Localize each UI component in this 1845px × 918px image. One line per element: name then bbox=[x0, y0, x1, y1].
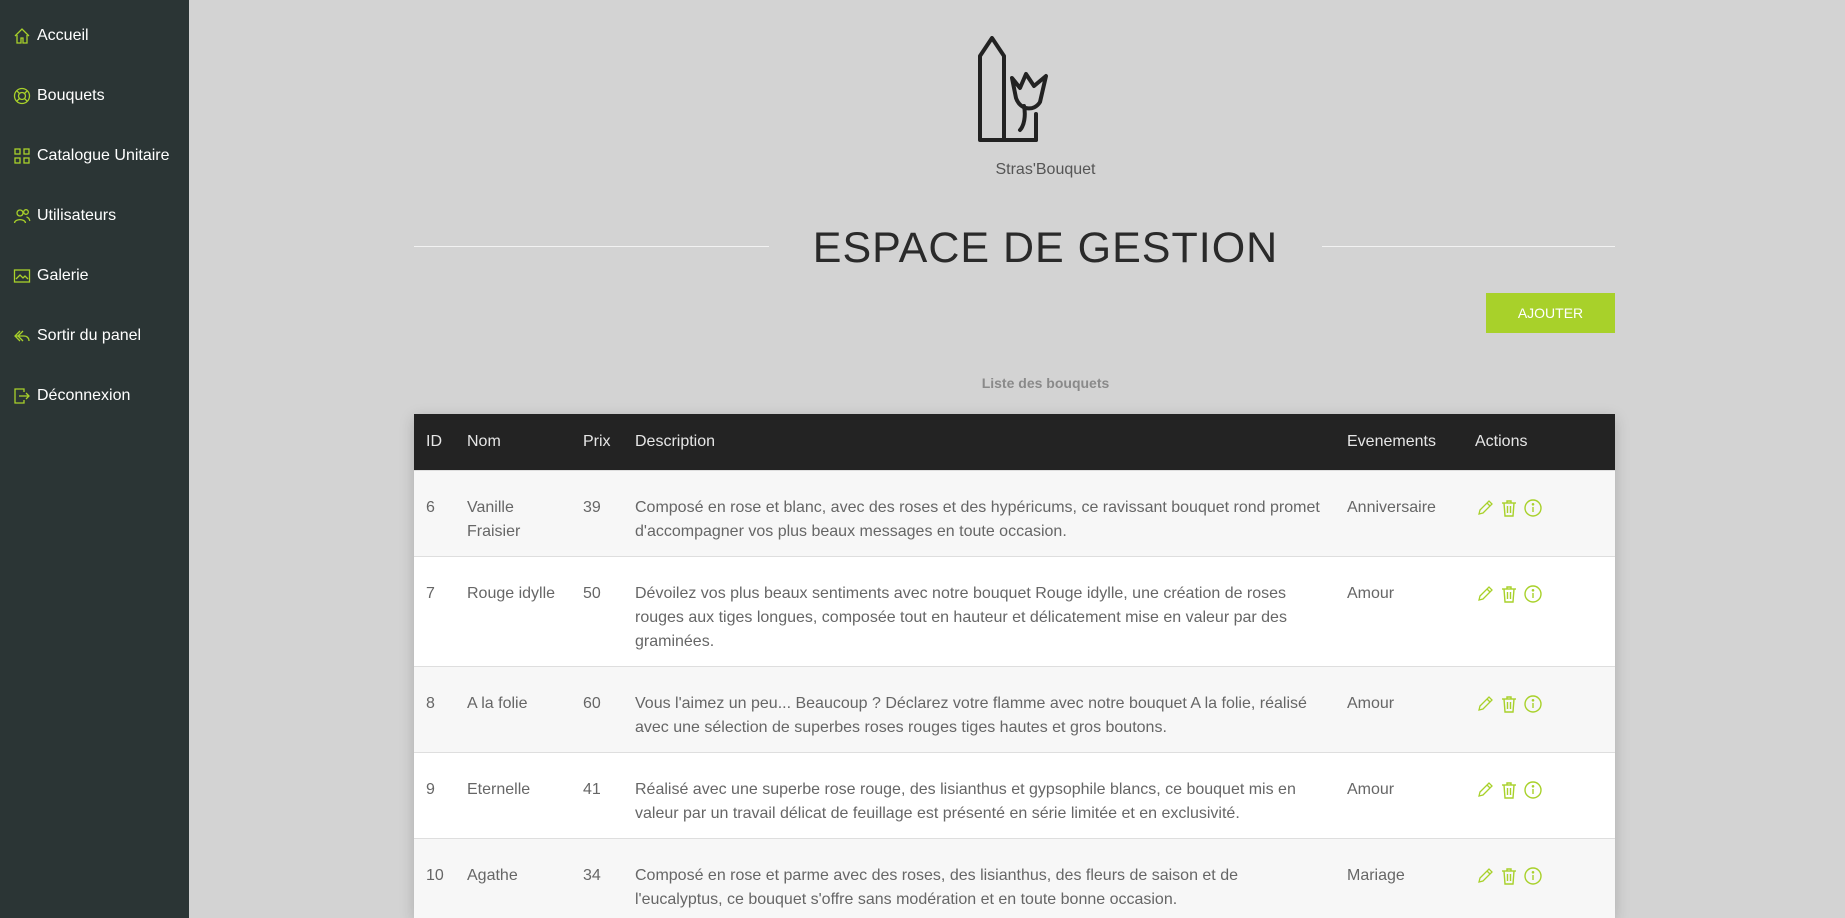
sidebar-item-deconnexion[interactable]: Déconnexion bbox=[13, 384, 130, 408]
brand-logo bbox=[974, 36, 1074, 144]
edit-icon[interactable] bbox=[1475, 866, 1495, 886]
cell-nom: Eternelle bbox=[455, 751, 571, 838]
trash-icon[interactable] bbox=[1499, 780, 1519, 800]
cell-actions bbox=[1463, 665, 1615, 752]
column-header-evenements: Evenements bbox=[1347, 432, 1436, 450]
cell-actions bbox=[1463, 751, 1615, 838]
sidebar-item-sortir[interactable]: Sortir du panel bbox=[13, 324, 141, 348]
sidebar-item-label: Utilisateurs bbox=[37, 207, 117, 224]
table-header-row: ID Nom Prix Description Evenements Actio… bbox=[414, 414, 1615, 470]
users-icon bbox=[13, 207, 32, 226]
image-icon bbox=[13, 267, 32, 286]
cell-evenements: Amour bbox=[1335, 555, 1463, 666]
edit-icon[interactable] bbox=[1475, 780, 1495, 800]
cell-actions bbox=[1463, 555, 1615, 666]
cell-actions bbox=[1463, 837, 1615, 918]
info-icon[interactable] bbox=[1523, 584, 1543, 604]
trash-icon[interactable] bbox=[1499, 498, 1519, 518]
cell-id: 8 bbox=[414, 665, 455, 752]
cell-nom: Vanille Fraisier bbox=[455, 469, 571, 556]
column-header-description: Description bbox=[635, 432, 716, 450]
sidebar-item-label: Déconnexion bbox=[37, 387, 131, 404]
edit-icon[interactable] bbox=[1475, 584, 1495, 604]
home-icon bbox=[13, 27, 32, 46]
info-icon[interactable] bbox=[1523, 780, 1543, 800]
cell-nom: Rouge idylle bbox=[455, 555, 571, 666]
cell-prix: 41 bbox=[571, 751, 623, 838]
sidebar-item-label: Accueil bbox=[37, 27, 89, 44]
table-row: 8 A la folie 60 Vous l'aimez un peu... B… bbox=[414, 665, 1615, 752]
cell-actions bbox=[1463, 469, 1615, 556]
add-button[interactable]: AJOUTER bbox=[1486, 293, 1615, 333]
table-row: 6 Vanille Fraisier 39 Composé en rose et… bbox=[414, 469, 1615, 556]
logout-icon bbox=[13, 387, 32, 406]
grid-icon bbox=[13, 147, 32, 166]
sidebar-item-label: Catalogue Unitaire bbox=[37, 147, 170, 164]
cell-description: Dévoilez vos plus beaux sentiments avec … bbox=[623, 555, 1335, 666]
table-row: 9 Eternelle 41 Réalisé avec une superbe … bbox=[414, 751, 1615, 838]
sidebar-item-utilisateurs[interactable]: Utilisateurs bbox=[13, 204, 116, 228]
info-icon[interactable] bbox=[1523, 498, 1543, 518]
column-header-prix: Prix bbox=[583, 432, 611, 450]
cell-evenements: Mariage bbox=[1335, 837, 1463, 918]
cell-id: 10 bbox=[414, 837, 455, 918]
cell-evenements: Amour bbox=[1335, 751, 1463, 838]
cell-prix: 60 bbox=[571, 665, 623, 752]
cell-prix: 34 bbox=[571, 837, 623, 918]
sidebar-item-label: Sortir du panel bbox=[37, 327, 142, 344]
sidebar-item-accueil[interactable]: Accueil bbox=[13, 24, 89, 48]
table-row: 7 Rouge idylle 50 Dévoilez vos plus beau… bbox=[414, 555, 1615, 666]
table-caption: Liste des bouquets bbox=[981, 375, 1110, 391]
trash-icon[interactable] bbox=[1499, 866, 1519, 886]
column-header-actions: Actions bbox=[1475, 432, 1528, 450]
cell-evenements: Anniversaire bbox=[1335, 469, 1463, 556]
edit-icon[interactable] bbox=[1475, 694, 1495, 714]
cell-description: Vous l'aimez un peu... Beaucoup ? Déclar… bbox=[623, 665, 1335, 752]
page-title: ESPACE DE GESTION bbox=[812, 224, 1279, 272]
cell-nom: Agathe bbox=[455, 837, 571, 918]
sidebar-item-label: Bouquets bbox=[37, 87, 105, 104]
info-icon[interactable] bbox=[1523, 694, 1543, 714]
sidebar-item-label: Galerie bbox=[37, 267, 89, 284]
cell-evenements: Amour bbox=[1335, 665, 1463, 752]
cell-id: 9 bbox=[414, 751, 455, 838]
title-divider-right bbox=[1322, 246, 1615, 247]
cell-prix: 39 bbox=[571, 469, 623, 556]
cell-description: Composé en rose et parme avec des roses,… bbox=[623, 837, 1335, 918]
trash-icon[interactable] bbox=[1499, 694, 1519, 714]
cell-id: 6 bbox=[414, 469, 455, 556]
reply-icon bbox=[13, 327, 32, 346]
sidebar-item-catalogue[interactable]: Catalogue Unitaire bbox=[13, 144, 170, 168]
brand-name: Stras'Bouquet bbox=[995, 161, 1096, 178]
table-row: 10 Agathe 34 Composé en rose et parme av… bbox=[414, 837, 1615, 918]
cell-prix: 50 bbox=[571, 555, 623, 666]
sidebar-item-galerie[interactable]: Galerie bbox=[13, 264, 89, 288]
edit-icon[interactable] bbox=[1475, 498, 1495, 518]
cell-description: Composé en rose et blanc, avec des roses… bbox=[623, 469, 1335, 556]
cell-description: Réalisé avec une superbe rose rouge, des… bbox=[623, 751, 1335, 838]
cell-nom: A la folie bbox=[455, 665, 571, 752]
trash-icon[interactable] bbox=[1499, 584, 1519, 604]
sidebar-item-bouquets[interactable]: Bouquets bbox=[13, 84, 105, 108]
info-icon[interactable] bbox=[1523, 866, 1543, 886]
column-header-id: ID bbox=[426, 432, 442, 450]
title-divider-left bbox=[414, 246, 769, 247]
cell-id: 7 bbox=[414, 555, 455, 666]
lifebuoy-icon bbox=[13, 87, 32, 106]
sidebar: Accueil Bouquets Catalogue Unitaire Util… bbox=[0, 0, 189, 918]
bouquets-table: ID Nom Prix Description Evenements Actio… bbox=[414, 414, 1615, 918]
main-content: Stras'Bouquet ESPACE DE GESTION AJOUTER … bbox=[189, 0, 1845, 918]
column-header-nom: Nom bbox=[467, 432, 501, 450]
